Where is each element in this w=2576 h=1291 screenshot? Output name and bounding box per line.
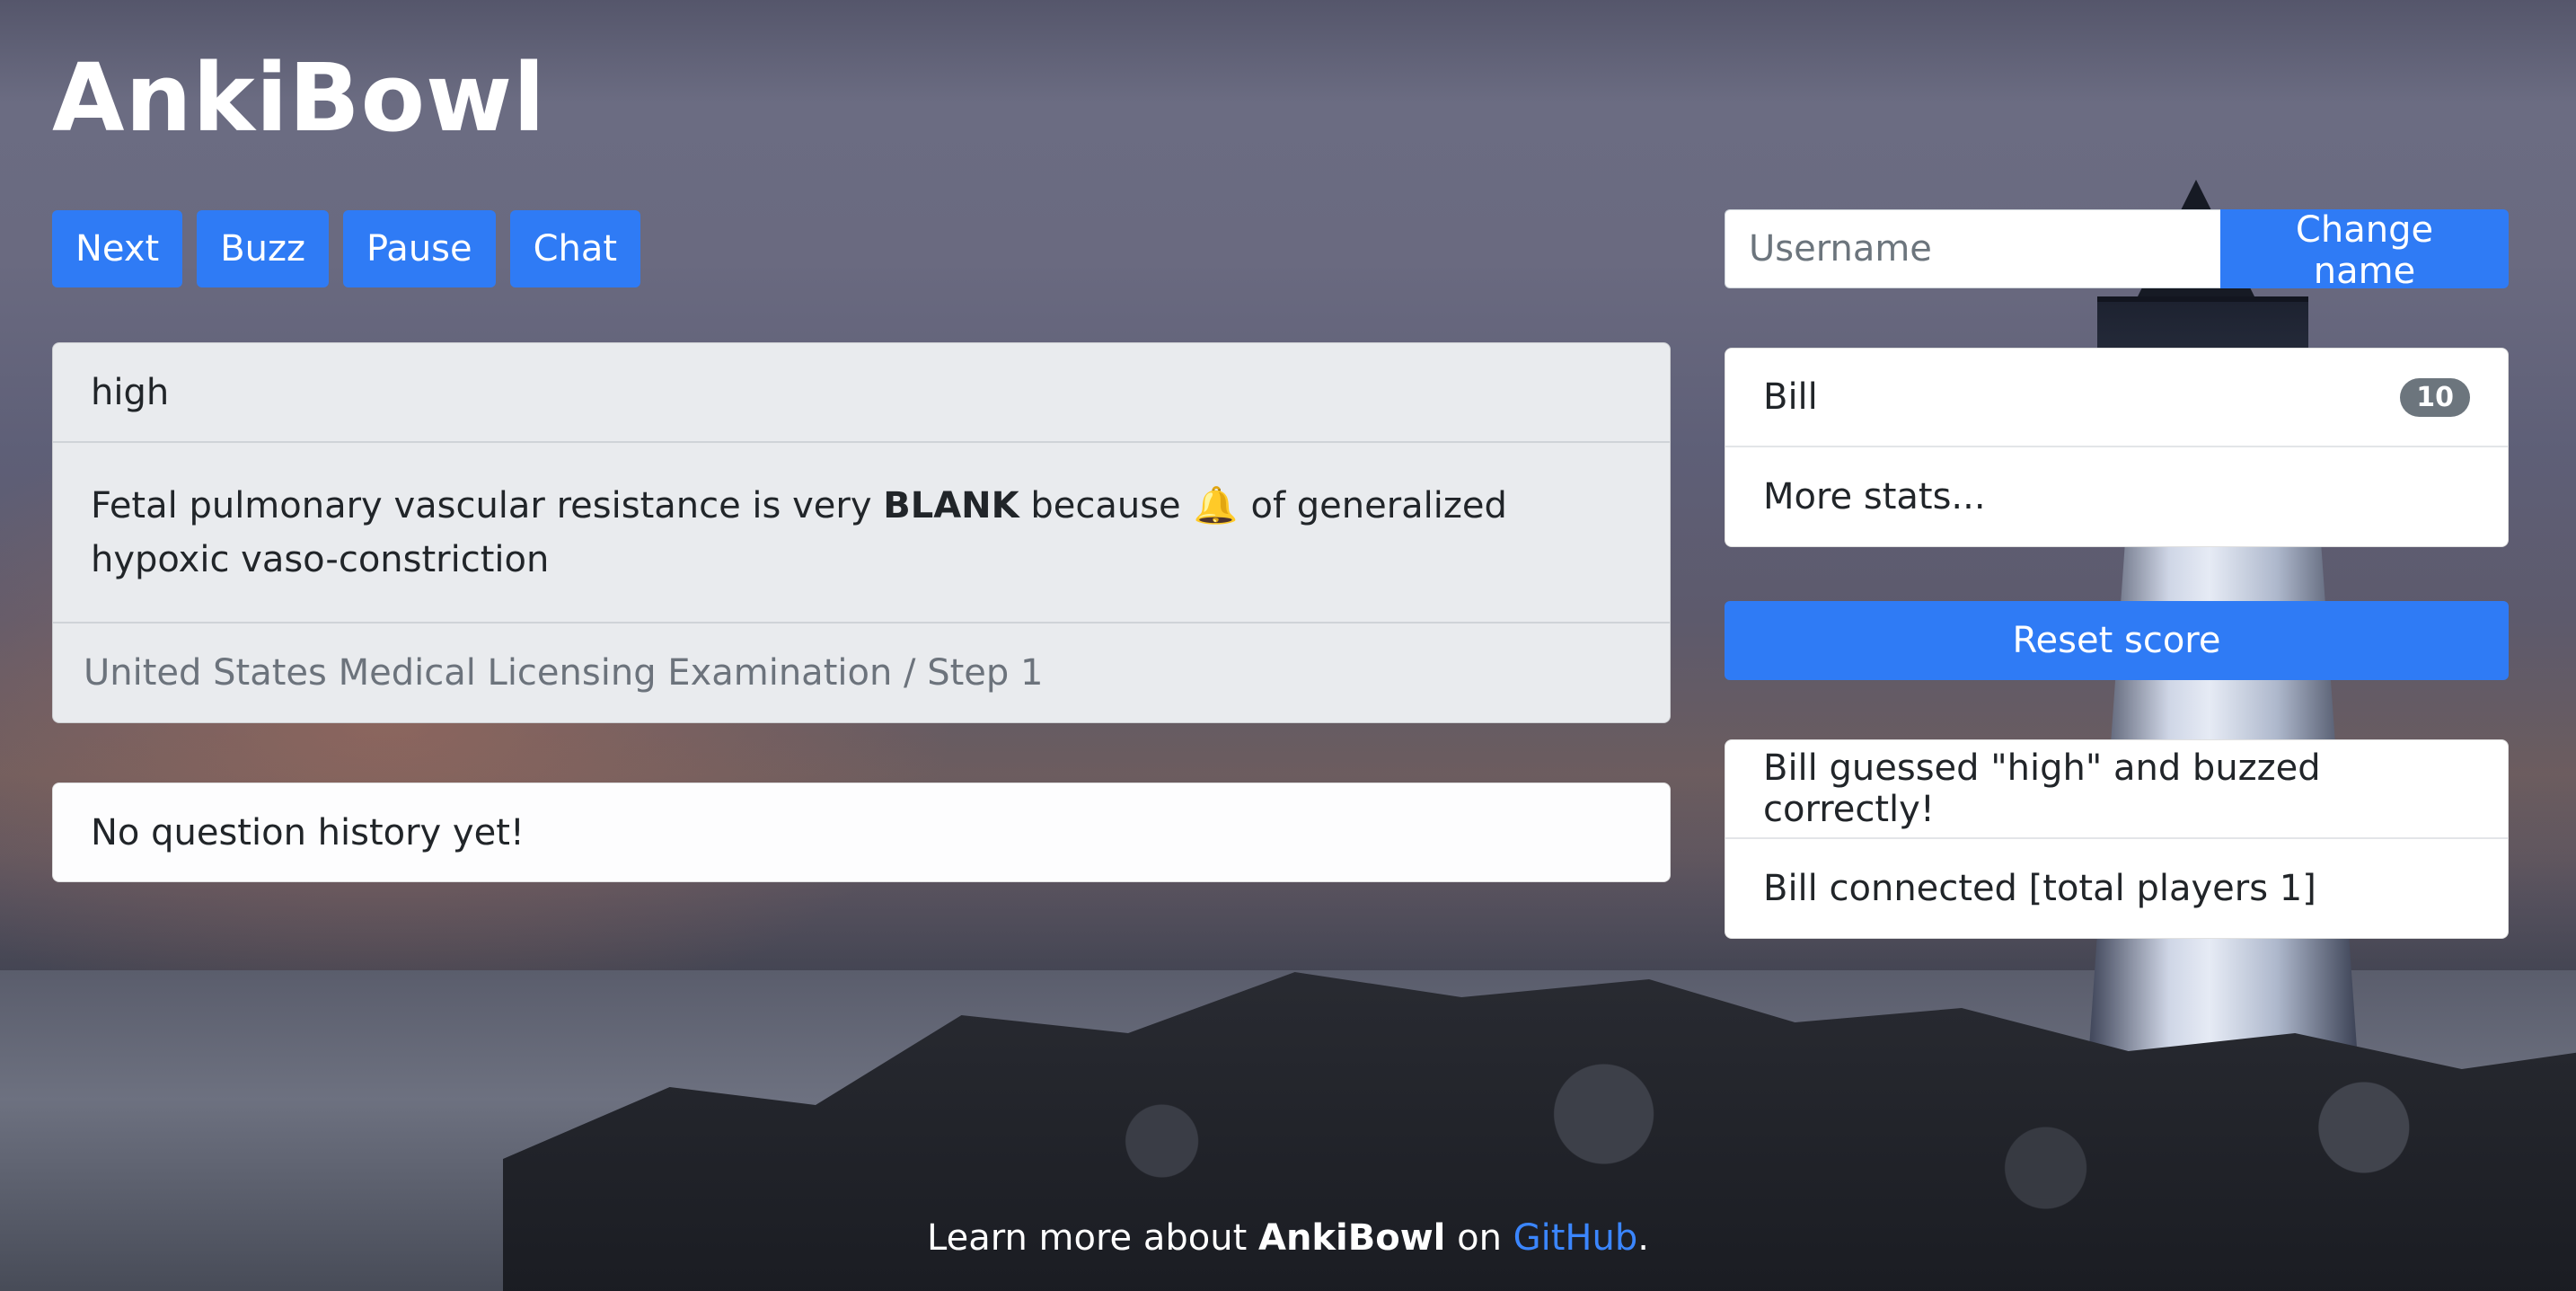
change-name-button[interactable]: Change name [2220, 209, 2509, 292]
event-log: Bill guessed "high" and buzzed correctly… [1725, 739, 2509, 939]
pause-button[interactable]: Pause [342, 210, 496, 287]
more-stats-link[interactable]: More stats... [1725, 447, 2508, 546]
question-text-before: Fetal pulmonary vascular resistance is v… [91, 484, 872, 526]
username-form: Change name [1725, 209, 2509, 292]
question-text-middle: because [1030, 484, 1181, 526]
github-link[interactable]: GitHub [1513, 1217, 1638, 1259]
bell-icon: 🔔 [1193, 484, 1239, 526]
question-history: No question history yet! [52, 783, 1671, 882]
player-name: Bill [1763, 376, 1818, 418]
log-item: Bill connected [total players 1] [1763, 868, 2316, 909]
question-text: Fetal pulmonary vascular resistance is v… [53, 443, 1670, 623]
footer-brand: AnkiBowl [1257, 1217, 1446, 1259]
reset-score-button[interactable]: Reset score [1725, 601, 2509, 680]
question-card: high Fetal pulmonary vascular resistance… [52, 342, 1671, 723]
chat-button[interactable]: Chat [509, 210, 641, 287]
log-item: Bill guessed "high" and buzzed correctly… [1725, 740, 2508, 839]
score-badge: 10 [2400, 377, 2470, 417]
answer-text: high [53, 343, 1670, 443]
question-source: United States Medical Licensing Examinat… [84, 652, 1044, 694]
buzz-button[interactable]: Buzz [197, 210, 329, 287]
history-empty-message: No question history yet! [91, 811, 525, 853]
control-toolbar: Next Buzz Pause Chat [52, 210, 641, 287]
player-row: Bill 10 [1725, 349, 2508, 447]
footer-prefix: Learn more about [927, 1217, 1248, 1259]
footer: Learn more about AnkiBowl on GitHub. [0, 1217, 2576, 1259]
next-button[interactable]: Next [52, 210, 183, 287]
question-blank: BLANK [883, 484, 1019, 526]
footer-middle: on [1457, 1217, 1502, 1259]
scoreboard: Bill 10 More stats... [1725, 348, 2509, 547]
username-input[interactable] [1725, 209, 2220, 288]
app-title: AnkiBowl [52, 43, 546, 153]
footer-suffix: . [1637, 1217, 1649, 1259]
more-stats-label: More stats... [1763, 476, 1986, 517]
